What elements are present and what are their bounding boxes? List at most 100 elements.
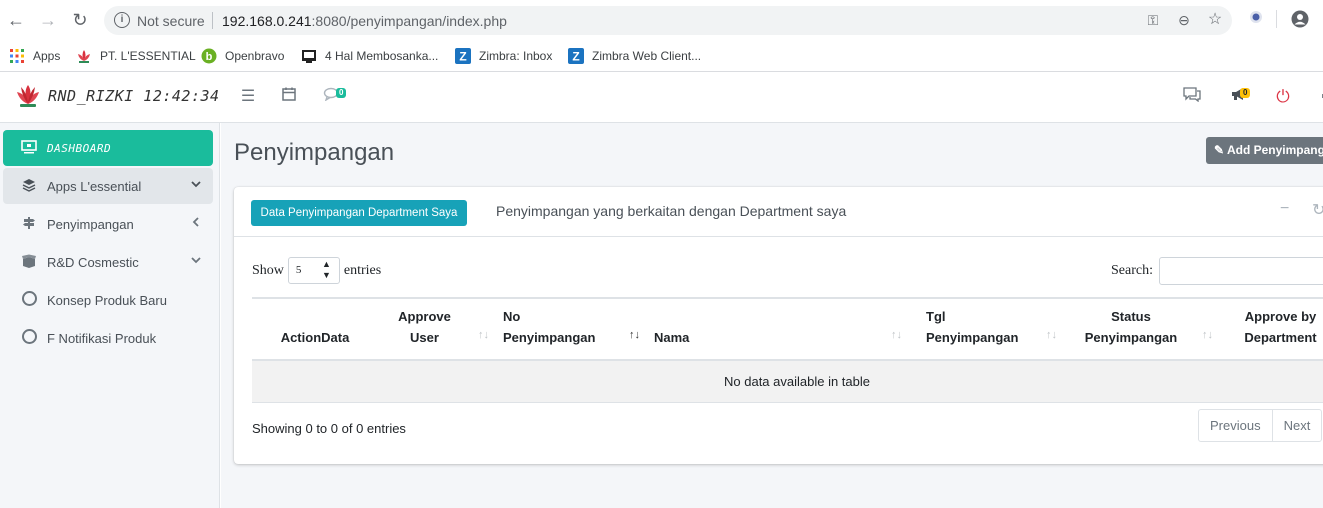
col-header-line1: Tgl (926, 309, 946, 324)
browser-toolbar: ← → ↻ i Not secure 192.168.0.241:8080/pe… (0, 0, 1323, 40)
bookmark-lessential[interactable]: PT. L'ESSENTIAL (76, 45, 196, 67)
col-header-status-penyimpangan[interactable]: Status Penyimpangan ↑↓ (1063, 297, 1219, 361)
sort-icon: ↑↓ (891, 329, 902, 341)
address-bar[interactable]: i Not secure 192.168.0.241:8080/penyimpa… (104, 6, 1232, 35)
entries-select-value: 5 (295, 264, 302, 276)
svg-text:b: b (206, 51, 213, 63)
notification-icon[interactable]: 0 (320, 86, 347, 108)
bookmark-apps[interactable]: Apps (9, 45, 60, 67)
security-label: Not secure (137, 13, 205, 29)
sidebar-item-rd-cosmestic[interactable]: R&D Cosmestic (3, 244, 213, 280)
app-navbar: RND_RIZKI 12:42:34 ☰ 0 0 ⏻ ▪ (0, 72, 1323, 123)
sidebar-item-label: Konsep Produk Baru (47, 292, 167, 308)
sort-icon: ↑↓ (478, 329, 489, 341)
col-header-line1: No (503, 309, 521, 324)
col-header-nama[interactable]: Nama ↑↓ (646, 297, 908, 361)
col-header-approve-by-department[interactable]: Approve by Department (1219, 297, 1323, 361)
entries-select[interactable]: 5 ▲ ▼ (287, 257, 340, 284)
col-header-actiondata[interactable]: ActionData (252, 297, 378, 361)
pagination: Previous Next (1198, 409, 1323, 442)
table-info: Showing 0 to 0 of 0 entries (252, 421, 406, 436)
next-button[interactable]: Next (1271, 410, 1322, 441)
col-header-line2: Nama (654, 330, 690, 345)
zimbra-icon: Z (455, 48, 471, 64)
card-header: Data Penyimpangan Department Saya Penyim… (234, 187, 1323, 237)
reload-icon[interactable]: ↻ (70, 10, 90, 30)
col-header-tgl-penyimpangan[interactable]: Tgl Penyimpangan ↑↓ (908, 297, 1063, 361)
circle-icon (21, 329, 37, 344)
search-input[interactable] (1158, 257, 1323, 285)
penyimpangan-table: ActionData Approve User ↑↓ No Penyimpang… (252, 297, 1323, 403)
bookmark-zimbra-web[interactable]: Z Zimbra Web Client... (568, 45, 701, 67)
edit-icon: ✎ (1214, 143, 1225, 157)
add-penyimpangan-button[interactable]: ✎ Add Penyimpangan (1206, 137, 1323, 164)
previous-button[interactable]: Previous (1199, 410, 1272, 441)
brand[interactable]: RND_RIZKI 12:42:34 (0, 72, 220, 123)
url-text[interactable]: 192.168.0.241:8080/penyimpangan/index.ph… (222, 13, 507, 29)
sidebar-item-konsep-produk-baru[interactable]: Konsep Produk Baru (3, 282, 213, 318)
sidebar-item-f-notifikasi-produk[interactable]: F Notifikasi Produk (3, 320, 213, 356)
bookmark-label: Zimbra Web Client... (592, 49, 702, 63)
bookmark-article[interactable]: 4 Hal Membosanka... (301, 45, 438, 67)
chat-icon[interactable] (1181, 86, 1203, 108)
add-button-label: Add Penyimpangan (1226, 143, 1323, 157)
key-icon[interactable]: ⚿ (1144, 11, 1162, 29)
megaphone-icon[interactable]: 0 (1228, 86, 1251, 108)
profile-avatar-icon[interactable] (1290, 10, 1310, 30)
url-host: 192.168.0.241 (222, 13, 312, 29)
sidebar-item-label: DASHBOARD (47, 141, 112, 155)
address-separator (212, 12, 213, 29)
circle-icon (21, 291, 37, 306)
sidebar-item-label: R&D Cosmestic (47, 254, 139, 270)
collapse-icon[interactable]: − (1280, 200, 1289, 218)
sort-icon: ↑↓ (1046, 329, 1057, 341)
data-card: Data Penyimpangan Department Saya Penyim… (234, 187, 1323, 464)
extension-icon[interactable] (1246, 10, 1266, 30)
bookmark-label: Zimbra: Inbox (479, 49, 553, 63)
sidebar-item-penyimpangan[interactable]: Penyimpangan (3, 206, 213, 242)
content-area: Penyimpangan ✎ Add Penyimpangan Data Pen… (221, 123, 1323, 508)
monitor-icon (19, 139, 39, 157)
chevron-down-icon (191, 178, 201, 192)
more-icon[interactable]: ▪ (1313, 86, 1323, 108)
info-icon[interactable]: i (114, 12, 130, 28)
box-open-icon (19, 254, 39, 271)
svg-text:Z: Z (572, 50, 579, 64)
refresh-icon[interactable]: ↻ (1312, 200, 1323, 220)
sidebar: DASHBOARD Apps L'essential Penyimpangan … (0, 123, 220, 508)
bookmark-openbravo[interactable]: b Openbravo (201, 45, 284, 67)
zoom-icon[interactable]: ⊖ (1175, 11, 1193, 29)
col-header-no-penyimpangan[interactable]: No Penyimpangan ↑↓ (495, 297, 646, 361)
bookmark-label: 4 Hal Membosanka... (325, 49, 439, 63)
col-header-line2: Department (1244, 330, 1317, 345)
back-arrow-icon[interactable]: ← (6, 10, 26, 30)
table-row: No data available in table (252, 360, 1323, 403)
announcement-count-badge: 0 (1240, 88, 1251, 98)
table-header-row: ActionData Approve User ↑↓ No Penyimpang… (252, 297, 1323, 361)
chevron-left-icon (191, 216, 201, 230)
bookmark-label: Openbravo (225, 49, 285, 63)
empty-table-message: No data available in table (252, 360, 1323, 403)
power-icon[interactable]: ⏻ (1272, 86, 1294, 108)
sidebar-item-apps-lessential[interactable]: Apps L'essential (3, 168, 213, 204)
svg-text:Z: Z (459, 50, 466, 64)
menu-icon[interactable]: ☰ (237, 86, 259, 108)
col-header-line2: Penyimpangan (1084, 330, 1178, 345)
lotus-logo-icon (15, 83, 41, 109)
calendar-icon[interactable] (278, 86, 300, 108)
layers-icon (19, 178, 39, 195)
bookmark-zimbra-inbox[interactable]: Z Zimbra: Inbox (455, 45, 552, 67)
tab-data-penyimpangan-department[interactable]: Data Penyimpangan Department Saya (251, 200, 467, 226)
star-icon[interactable]: ☆ (1206, 11, 1224, 29)
sidebar-item-dashboard[interactable]: DASHBOARD (3, 130, 213, 166)
page-title: Penyimpangan (234, 139, 395, 166)
sidebar-item-label: Penyimpangan (47, 216, 134, 232)
col-header-line2: ActionData (280, 330, 350, 345)
table-search: Search: (1111, 257, 1323, 285)
bookmarks-bar: Apps PT. L'ESSENTIAL b Openbravo 4 Hal M… (0, 40, 1323, 72)
col-header-approve-user[interactable]: Approve User ↑↓ (378, 297, 495, 361)
forward-arrow-icon[interactable]: → (38, 10, 58, 30)
sidebar-item-label: F Notifikasi Produk (47, 330, 157, 346)
card-subtitle: Penyimpangan yang berkaitan dengan Depar… (496, 203, 847, 219)
apps-grid-icon (9, 48, 25, 64)
